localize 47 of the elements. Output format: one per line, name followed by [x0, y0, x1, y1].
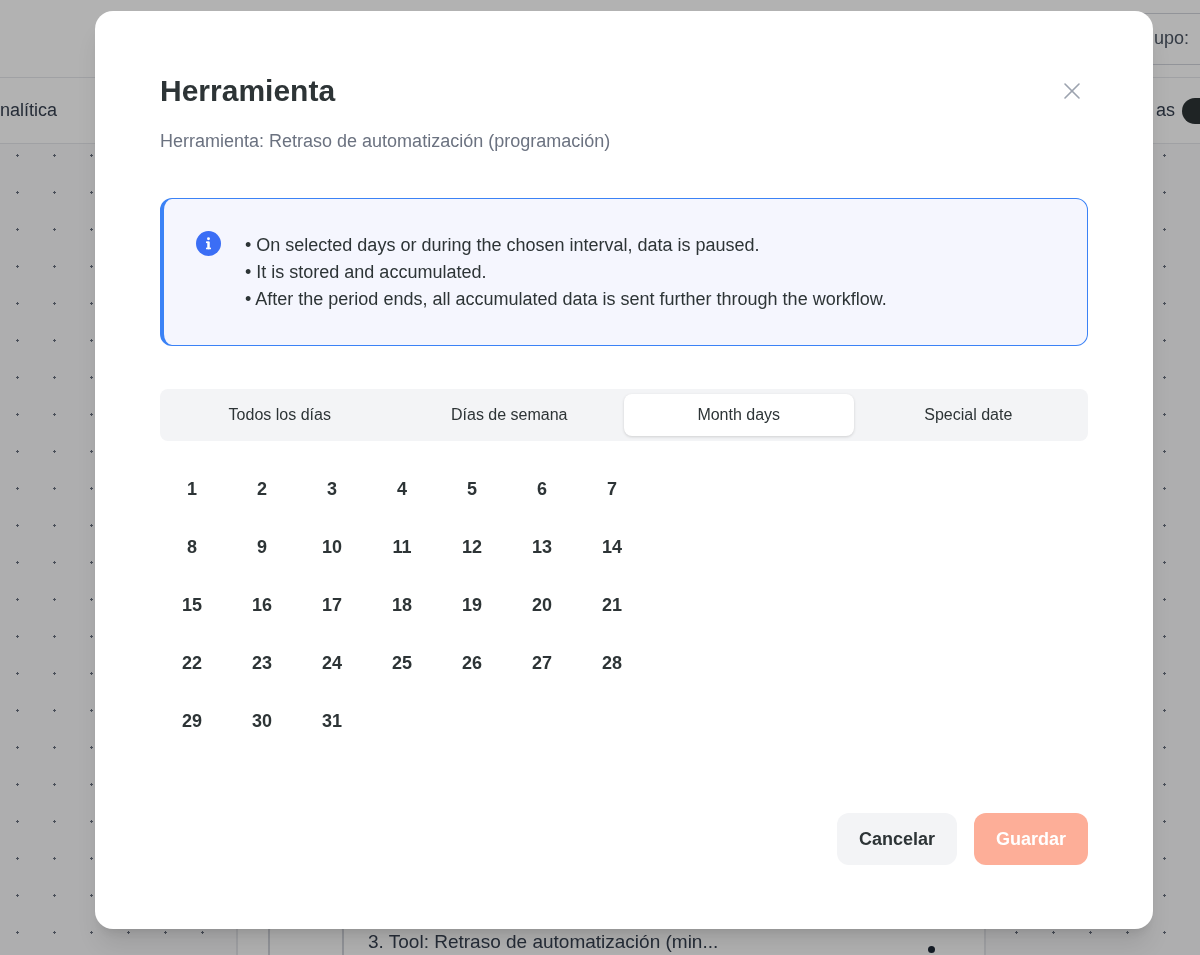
- info-line: • It is stored and accumulated.: [245, 261, 488, 284]
- month-day[interactable]: 10: [300, 521, 364, 573]
- nav-tab[interactable]: nalítica: [0, 97, 58, 124]
- month-day[interactable]: 25: [370, 637, 434, 689]
- month-day[interactable]: 17: [300, 579, 364, 631]
- month-day[interactable]: 21: [580, 579, 644, 631]
- month-day[interactable]: 3: [300, 463, 364, 515]
- month-day[interactable]: 29: [160, 695, 224, 747]
- month-day[interactable]: 26: [440, 637, 504, 689]
- schedule-tab[interactable]: Special date: [853, 394, 1083, 436]
- month-day[interactable]: 31: [300, 695, 364, 747]
- month-day[interactable]: 18: [370, 579, 434, 631]
- toggle-label: as: [1156, 99, 1175, 122]
- month-day[interactable]: 11: [370, 521, 434, 573]
- month-day[interactable]: 16: [230, 579, 294, 631]
- month-day[interactable]: 5: [440, 463, 504, 515]
- month-day[interactable]: 30: [230, 695, 294, 747]
- month-day[interactable]: 4: [370, 463, 434, 515]
- month-day[interactable]: 6: [510, 463, 574, 515]
- month-day[interactable]: 19: [440, 579, 504, 631]
- month-day[interactable]: 1: [160, 463, 224, 515]
- dialog-subtitle: Herramienta: Retraso de automatización (programación): [160, 130, 612, 153]
- info-icon: [196, 231, 221, 256]
- schedule-tab[interactable]: Month days: [624, 394, 854, 436]
- dot-icon: [928, 946, 935, 953]
- month-day[interactable]: 9: [230, 521, 294, 573]
- month-day[interactable]: 14: [580, 521, 644, 573]
- cancel-button[interactable]: Cancelar: [836, 813, 957, 865]
- dialog-title: Herramienta: [160, 73, 336, 109]
- info-line: • On selected days or during the chosen interval, data is paused.: [245, 234, 761, 257]
- group-select-value: upo:: [1154, 27, 1190, 50]
- month-day[interactable]: 22: [160, 637, 224, 689]
- month-day[interactable]: 27: [510, 637, 574, 689]
- month-day[interactable]: 23: [230, 637, 294, 689]
- month-day[interactable]: 2: [230, 463, 294, 515]
- schedule-tab[interactable]: Todos los días: [165, 394, 395, 436]
- month-day[interactable]: 15: [160, 579, 224, 631]
- schedule-tab[interactable]: Días de semana: [394, 394, 624, 436]
- node-title: 3. Tool: Retraso de automatización (min...: [368, 932, 719, 952]
- month-day[interactable]: 7: [580, 463, 644, 515]
- month-day[interactable]: 20: [510, 579, 574, 631]
- month-day[interactable]: 24: [300, 637, 364, 689]
- month-day[interactable]: 13: [510, 521, 574, 573]
- month-day[interactable]: 28: [580, 637, 644, 689]
- month-day[interactable]: 12: [440, 521, 504, 573]
- month-day[interactable]: 8: [160, 521, 224, 573]
- info-line: • After the period ends, all accumulated data is sent further through the workflow.: [245, 288, 887, 311]
